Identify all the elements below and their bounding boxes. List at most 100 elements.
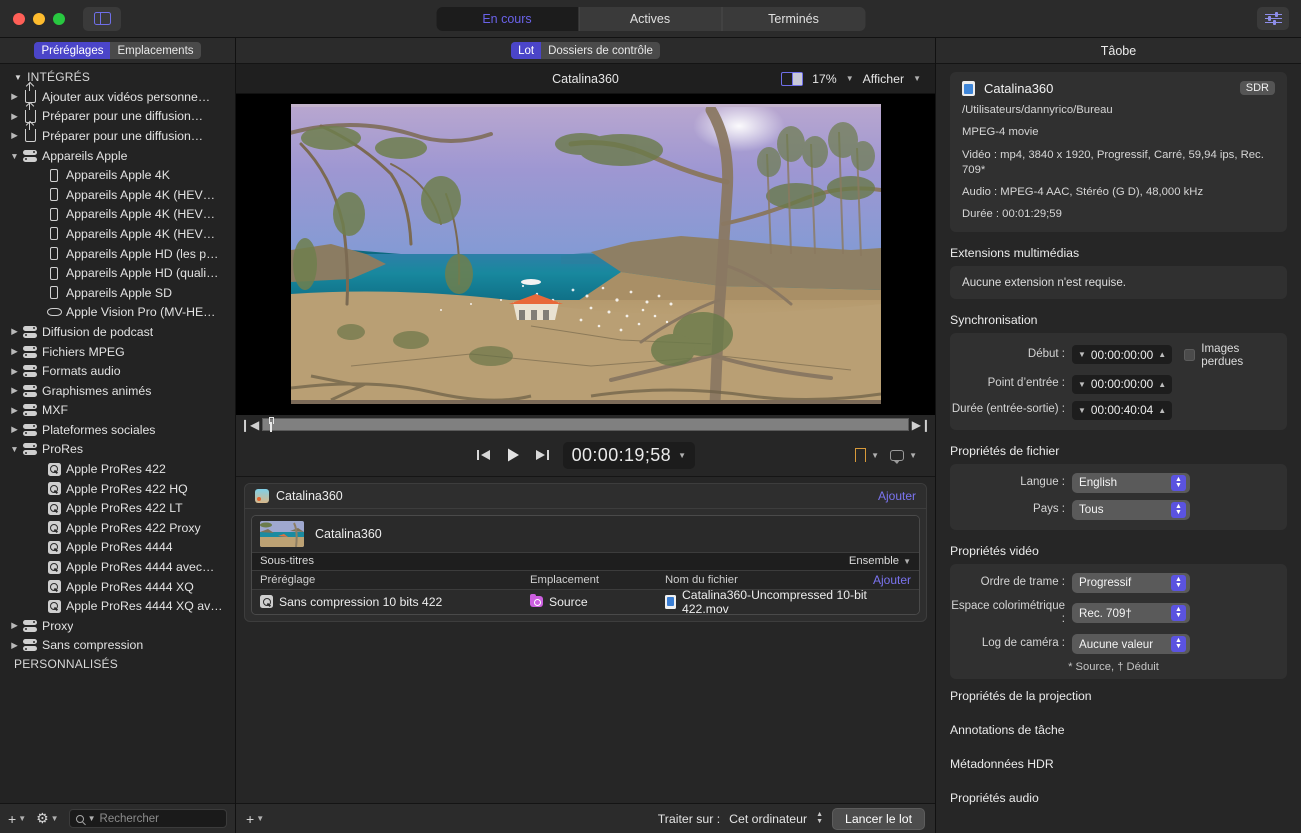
sidebar-item[interactable]: ▶Diffusion de podcast	[0, 322, 235, 342]
select-langue[interactable]: English ▲▼	[1072, 473, 1190, 493]
batch-mode-pills[interactable]: Lot Dossiers de contrôle	[511, 42, 660, 59]
sidebar-toggle-button[interactable]	[83, 7, 121, 31]
subtitles-row[interactable]: Sous-titres Ensemble ▼	[252, 552, 919, 571]
pill-emplacements[interactable]: Emplacements	[110, 42, 200, 59]
process-on-value[interactable]: Cet ordinateur	[729, 812, 807, 826]
collapsed-sections[interactable]: Propriétés de la projectionAnnotations d…	[950, 679, 1287, 815]
group-personnalises[interactable]: PERSONNALISÉS	[0, 655, 235, 674]
chevron-right-icon[interactable]: ▶	[8, 620, 21, 631]
split-view-icon[interactable]	[781, 72, 803, 86]
sidebar-item[interactable]: Appareils Apple 4K (HEV…	[0, 185, 235, 205]
sidebar-item[interactable]: Appareils Apple HD (les p…	[0, 244, 235, 264]
inspector-content[interactable]: Catalina360 SDR /Utilisateurs/dannyrico/…	[936, 64, 1301, 833]
sidebar-item[interactable]: Apple ProRes 4444 XQ av…	[0, 596, 235, 616]
checkbox-images-perdues[interactable]	[1184, 349, 1195, 361]
chevron-down-icon[interactable]: ▼	[1078, 380, 1086, 389]
sidebar-item[interactable]: Apple ProRes 422 Proxy	[0, 518, 235, 538]
job-card[interactable]: Catalina360 Ajouter	[244, 483, 927, 622]
close-button[interactable]	[13, 13, 25, 25]
sidebar-item[interactable]: ▶Formats audio	[0, 361, 235, 381]
sidebar-item[interactable]: ▶Proxy	[0, 616, 235, 636]
subtitles-dropdown[interactable]: Ensemble ▼	[849, 555, 911, 567]
select-pays[interactable]: Tous ▲▼	[1072, 500, 1190, 520]
pill-prereglages[interactable]: Préréglages	[34, 42, 110, 59]
start-batch-button[interactable]: Lancer le lot	[832, 808, 925, 830]
chevron-down-icon[interactable]: ▼	[1078, 406, 1086, 415]
chevron-right-icon[interactable]: ▶	[8, 405, 21, 416]
collapsed-section[interactable]: Propriétés audio	[950, 781, 1287, 815]
tab-en-cours[interactable]: En cours	[436, 7, 579, 31]
select-ordre-trame[interactable]: Progressif ▲▼	[1072, 573, 1190, 593]
group-integres[interactable]: ▼ INTÉGRÉS	[0, 68, 235, 87]
scrub-bar[interactable]: ❙◀ ▶❙	[236, 415, 935, 435]
tab-actives[interactable]: Actives	[579, 7, 722, 31]
chevron-down-icon[interactable]: ▼	[8, 151, 21, 161]
chevron-right-icon[interactable]: ▶	[8, 326, 21, 337]
input-debut[interactable]: ▼ 00:00:00:00 ▲	[1072, 345, 1172, 364]
sidebar-item[interactable]: Apple ProRes 4444 avec…	[0, 557, 235, 577]
sidebar-item[interactable]: Appareils Apple SD	[0, 283, 235, 303]
sidebar-item[interactable]: ▶Préparer pour une diffusion…	[0, 107, 235, 127]
view-menu-button[interactable]: Afficher	[863, 72, 904, 86]
chevron-right-icon[interactable]: ▶	[8, 91, 21, 102]
add-job-button[interactable]: + ▼	[246, 811, 264, 827]
sidebar-item[interactable]: ▶Préparer pour une diffusion…	[0, 126, 235, 146]
sidebar-item[interactable]: Appareils Apple 4K	[0, 165, 235, 185]
chevron-down-icon[interactable]: ▼	[1078, 350, 1086, 359]
sidebar-item[interactable]: Apple ProRes 422 HQ	[0, 479, 235, 499]
view-mode-tabs[interactable]: En cours Actives Terminés	[436, 7, 865, 31]
preset-settings-button[interactable]: ⚙ ▼	[36, 810, 58, 827]
chevron-right-icon[interactable]: ▶	[8, 366, 21, 377]
chevron-up-icon[interactable]: ▲	[1158, 380, 1166, 389]
sidebar-item[interactable]: ▶MXF	[0, 401, 235, 421]
zoom-button[interactable]	[53, 13, 65, 25]
chevron-right-icon[interactable]: ▶	[8, 346, 21, 357]
chevron-right-icon[interactable]: ▶	[8, 640, 21, 651]
input-duree[interactable]: ▼ 00:00:40:04 ▲	[1072, 401, 1172, 420]
skip-back-icon[interactable]	[476, 448, 492, 462]
inspector-toggle-button[interactable]	[1257, 7, 1289, 30]
sidebar-item[interactable]: ▼Appareils Apple	[0, 146, 235, 166]
input-point-entree[interactable]: ▼ 00:00:00:00 ▲	[1072, 375, 1172, 394]
pill-lot[interactable]: Lot	[511, 42, 541, 59]
chevron-up-icon[interactable]: ▲	[1158, 350, 1166, 359]
sidebar-item[interactable]: Apple ProRes 422	[0, 459, 235, 479]
window-controls[interactable]	[0, 13, 65, 25]
playhead-handle[interactable]	[267, 417, 274, 432]
chevron-right-icon[interactable]: ▶	[8, 130, 21, 141]
chevron-down-icon[interactable]: ▼	[871, 451, 879, 460]
stepper-icon[interactable]: ▲▼	[816, 812, 823, 825]
preview-stage[interactable]	[236, 94, 935, 415]
table-row[interactable]: Sans compression 10 bits 422 Source Cata…	[252, 590, 919, 614]
chevron-right-icon[interactable]: ▶	[8, 385, 21, 396]
chevron-right-icon[interactable]: ▶	[8, 111, 21, 122]
job-source-row[interactable]: Catalina360	[252, 516, 919, 552]
skip-forward-icon[interactable]	[534, 448, 550, 462]
sidebar-item[interactable]: ▶Sans compression	[0, 636, 235, 656]
bookmark-icon[interactable]	[855, 448, 866, 462]
sidebar-item[interactable]: ▶Fichiers MPEG	[0, 342, 235, 362]
sidebar-item[interactable]: Apple Vision Pro (MV-HE…	[0, 303, 235, 323]
sidebar-item[interactable]: Apple ProRes 4444 XQ	[0, 577, 235, 597]
sidebar-item[interactable]: ▶Ajouter aux vidéos personne…	[0, 87, 235, 107]
sidebar-item[interactable]: Apple ProRes 422 LT	[0, 498, 235, 518]
sidebar-mode-pills[interactable]: Préréglages Emplacements	[34, 42, 200, 59]
collapsed-section[interactable]: Propriétés de la projection	[950, 679, 1287, 713]
search-input[interactable]: ▼ Rechercher	[69, 809, 227, 828]
add-output-link[interactable]: Ajouter	[878, 489, 916, 503]
presets-tree[interactable]: ▼ INTÉGRÉS ▶Ajouter aux vidéos personne……	[0, 64, 235, 803]
select-log-camera[interactable]: Aucune valeur ▲▼	[1072, 634, 1190, 654]
add-preset-button[interactable]: + ▼	[8, 811, 26, 827]
minimize-button[interactable]	[33, 13, 45, 25]
comment-icon[interactable]	[890, 450, 904, 461]
play-icon[interactable]	[505, 447, 521, 463]
scrub-track[interactable]	[262, 418, 908, 431]
sidebar-item[interactable]: Appareils Apple HD (quali…	[0, 263, 235, 283]
collapsed-section[interactable]: Annotations de tâche	[950, 713, 1287, 747]
job-list[interactable]: Catalina360 Ajouter	[236, 477, 935, 804]
chevron-up-icon[interactable]: ▲	[1158, 406, 1166, 415]
select-espace-colorimetrique[interactable]: Rec. 709† ▲▼	[1072, 603, 1190, 623]
sidebar-item[interactable]: Appareils Apple 4K (HEV…	[0, 224, 235, 244]
sidebar-item[interactable]: ▶Plateformes sociales	[0, 420, 235, 440]
sidebar-item[interactable]: Apple ProRes 4444	[0, 538, 235, 558]
